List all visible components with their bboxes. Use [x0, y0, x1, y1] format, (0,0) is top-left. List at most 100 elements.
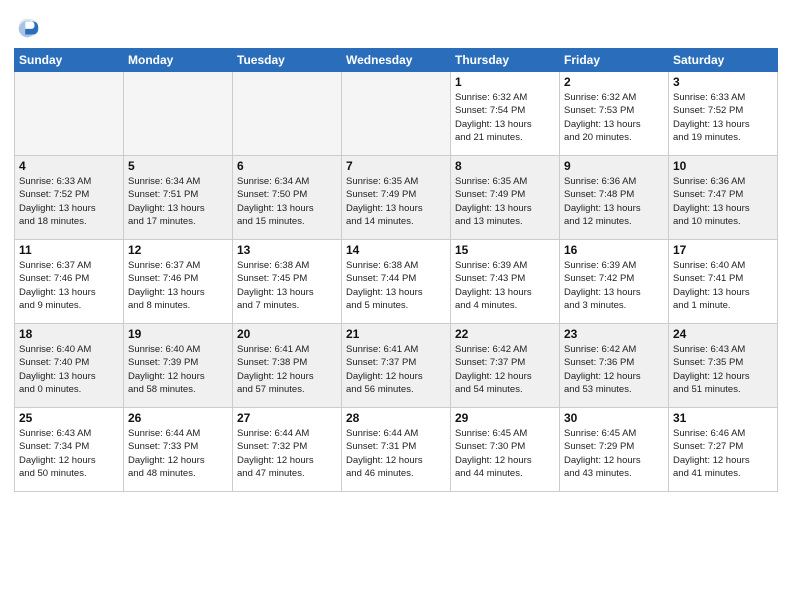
day-number: 7 — [346, 159, 446, 173]
day-number: 28 — [346, 411, 446, 425]
calendar-day-cell: 8 Sunrise: 6:35 AM Sunset: 7:49 PM Daylig… — [451, 156, 560, 240]
day-number: 20 — [237, 327, 337, 341]
day-number: 14 — [346, 243, 446, 257]
calendar-day-cell: 4 Sunrise: 6:33 AM Sunset: 7:52 PM Daylig… — [15, 156, 124, 240]
calendar-week-row: 18Sunrise: 6:40 AM Sunset: 7:40 PM Dayli… — [15, 324, 778, 408]
day-detail: Sunrise: 6:37 AM Sunset: 7:46 PM Dayligh… — [19, 259, 119, 312]
day-number: 1 — [455, 75, 555, 89]
day-number: 16 — [564, 243, 664, 257]
calendar-day-cell: 25 Sunrise: 6:43 AM Sunset: 7:34 PM Dayli… — [15, 408, 124, 492]
day-detail: Sunrise: 6:33 AM Sunset: 7:52 PM Dayligh… — [19, 175, 119, 228]
calendar-day-cell: 11 Sunrise: 6:37 AM Sunset: 7:46 PM Dayli… — [15, 240, 124, 324]
calendar-day-cell: 19Sunrise: 6:40 AM Sunset: 7:39 PM Dayli… — [124, 324, 233, 408]
weekday-header-cell: Friday — [560, 49, 669, 72]
day-detail: Sunrise: 6:45 AM Sunset: 7:30 PM Dayligh… — [455, 427, 555, 480]
calendar-day-cell — [124, 72, 233, 156]
day-detail: Sunrise: 6:36 AM Sunset: 7:47 PM Dayligh… — [673, 175, 773, 228]
day-detail: Sunrise: 6:45 AM Sunset: 7:29 PM Dayligh… — [564, 427, 664, 480]
day-number: 8 — [455, 159, 555, 173]
calendar-day-cell: 27 Sunrise: 6:44 AM Sunset: 7:32 PM Dayli… — [233, 408, 342, 492]
day-detail: Sunrise: 6:35 AM Sunset: 7:49 PM Dayligh… — [455, 175, 555, 228]
calendar-day-cell: 21 Sunrise: 6:41 AM Sunset: 7:37 PM Dayli… — [342, 324, 451, 408]
day-number: 15 — [455, 243, 555, 257]
weekday-header-row: SundayMondayTuesdayWednesdayThursdayFrid… — [15, 49, 778, 72]
day-detail: Sunrise: 6:44 AM Sunset: 7:33 PM Dayligh… — [128, 427, 228, 480]
day-detail: Sunrise: 6:34 AM Sunset: 7:51 PM Dayligh… — [128, 175, 228, 228]
calendar-week-row: 11 Sunrise: 6:37 AM Sunset: 7:46 PM Dayli… — [15, 240, 778, 324]
day-detail: Sunrise: 6:41 AM Sunset: 7:38 PM Dayligh… — [237, 343, 337, 396]
day-number: 25 — [19, 411, 119, 425]
day-number: 5 — [128, 159, 228, 173]
day-number: 3 — [673, 75, 773, 89]
day-detail: Sunrise: 6:42 AM Sunset: 7:37 PM Dayligh… — [455, 343, 555, 396]
day-number: 12 — [128, 243, 228, 257]
day-detail: Sunrise: 6:44 AM Sunset: 7:32 PM Dayligh… — [237, 427, 337, 480]
calendar-day-cell: 29 Sunrise: 6:45 AM Sunset: 7:30 PM Dayli… — [451, 408, 560, 492]
calendar-day-cell: 12 Sunrise: 6:37 AM Sunset: 7:46 PM Dayli… — [124, 240, 233, 324]
day-number: 24 — [673, 327, 773, 341]
weekday-header-cell: Wednesday — [342, 49, 451, 72]
day-number: 29 — [455, 411, 555, 425]
calendar-day-cell: 13 Sunrise: 6:38 AM Sunset: 7:45 PM Dayli… — [233, 240, 342, 324]
calendar-body: 1 Sunrise: 6:32 AM Sunset: 7:54 PM Daylig… — [15, 72, 778, 492]
calendar-day-cell: 10Sunrise: 6:36 AM Sunset: 7:47 PM Dayli… — [669, 156, 778, 240]
day-detail: Sunrise: 6:38 AM Sunset: 7:45 PM Dayligh… — [237, 259, 337, 312]
day-number: 26 — [128, 411, 228, 425]
header — [14, 10, 778, 42]
calendar-day-cell — [15, 72, 124, 156]
day-detail: Sunrise: 6:43 AM Sunset: 7:34 PM Dayligh… — [19, 427, 119, 480]
calendar-day-cell: 18Sunrise: 6:40 AM Sunset: 7:40 PM Dayli… — [15, 324, 124, 408]
calendar-day-cell — [342, 72, 451, 156]
day-number: 31 — [673, 411, 773, 425]
calendar-day-cell: 6Sunrise: 6:34 AM Sunset: 7:50 PM Daylig… — [233, 156, 342, 240]
calendar-day-cell — [233, 72, 342, 156]
day-number: 23 — [564, 327, 664, 341]
day-detail: Sunrise: 6:32 AM Sunset: 7:54 PM Dayligh… — [455, 91, 555, 144]
calendar-day-cell: 5 Sunrise: 6:34 AM Sunset: 7:51 PM Daylig… — [124, 156, 233, 240]
day-number: 21 — [346, 327, 446, 341]
day-number: 6 — [237, 159, 337, 173]
day-detail: Sunrise: 6:39 AM Sunset: 7:42 PM Dayligh… — [564, 259, 664, 312]
calendar-table: SundayMondayTuesdayWednesdayThursdayFrid… — [14, 48, 778, 492]
day-detail: Sunrise: 6:44 AM Sunset: 7:31 PM Dayligh… — [346, 427, 446, 480]
calendar-day-cell: 14 Sunrise: 6:38 AM Sunset: 7:44 PM Dayli… — [342, 240, 451, 324]
day-detail: Sunrise: 6:42 AM Sunset: 7:36 PM Dayligh… — [564, 343, 664, 396]
day-number: 13 — [237, 243, 337, 257]
calendar-day-cell: 22 Sunrise: 6:42 AM Sunset: 7:37 PM Dayli… — [451, 324, 560, 408]
weekday-header-cell: Saturday — [669, 49, 778, 72]
logo-icon — [14, 14, 42, 42]
day-number: 22 — [455, 327, 555, 341]
day-detail: Sunrise: 6:40 AM Sunset: 7:39 PM Dayligh… — [128, 343, 228, 396]
calendar-day-cell: 20 Sunrise: 6:41 AM Sunset: 7:38 PM Dayli… — [233, 324, 342, 408]
day-number: 2 — [564, 75, 664, 89]
calendar-day-cell: 26 Sunrise: 6:44 AM Sunset: 7:33 PM Dayli… — [124, 408, 233, 492]
calendar-day-cell: 15 Sunrise: 6:39 AM Sunset: 7:43 PM Dayli… — [451, 240, 560, 324]
day-detail: Sunrise: 6:39 AM Sunset: 7:43 PM Dayligh… — [455, 259, 555, 312]
day-detail: Sunrise: 6:32 AM Sunset: 7:53 PM Dayligh… — [564, 91, 664, 144]
day-number: 4 — [19, 159, 119, 173]
calendar-week-row: 1 Sunrise: 6:32 AM Sunset: 7:54 PM Daylig… — [15, 72, 778, 156]
day-detail: Sunrise: 6:40 AM Sunset: 7:40 PM Dayligh… — [19, 343, 119, 396]
calendar-day-cell: 3Sunrise: 6:33 AM Sunset: 7:52 PM Daylig… — [669, 72, 778, 156]
calendar-day-cell: 30 Sunrise: 6:45 AM Sunset: 7:29 PM Dayli… — [560, 408, 669, 492]
calendar-day-cell: 17 Sunrise: 6:40 AM Sunset: 7:41 PM Dayli… — [669, 240, 778, 324]
day-detail: Sunrise: 6:40 AM Sunset: 7:41 PM Dayligh… — [673, 259, 773, 312]
calendar-day-cell: 2 Sunrise: 6:32 AM Sunset: 7:53 PM Daylig… — [560, 72, 669, 156]
day-detail: Sunrise: 6:46 AM Sunset: 7:27 PM Dayligh… — [673, 427, 773, 480]
day-number: 27 — [237, 411, 337, 425]
day-detail: Sunrise: 6:38 AM Sunset: 7:44 PM Dayligh… — [346, 259, 446, 312]
day-number: 30 — [564, 411, 664, 425]
day-detail: Sunrise: 6:37 AM Sunset: 7:46 PM Dayligh… — [128, 259, 228, 312]
day-number: 9 — [564, 159, 664, 173]
calendar-day-cell: 1 Sunrise: 6:32 AM Sunset: 7:54 PM Daylig… — [451, 72, 560, 156]
calendar-day-cell: 16 Sunrise: 6:39 AM Sunset: 7:42 PM Dayli… — [560, 240, 669, 324]
weekday-header-cell: Tuesday — [233, 49, 342, 72]
weekday-header-cell: Sunday — [15, 49, 124, 72]
logo — [14, 14, 44, 42]
day-detail: Sunrise: 6:41 AM Sunset: 7:37 PM Dayligh… — [346, 343, 446, 396]
day-number: 17 — [673, 243, 773, 257]
day-number: 11 — [19, 243, 119, 257]
calendar-day-cell: 24 Sunrise: 6:43 AM Sunset: 7:35 PM Dayli… — [669, 324, 778, 408]
day-detail: Sunrise: 6:43 AM Sunset: 7:35 PM Dayligh… — [673, 343, 773, 396]
calendar-day-cell: 28 Sunrise: 6:44 AM Sunset: 7:31 PM Dayli… — [342, 408, 451, 492]
